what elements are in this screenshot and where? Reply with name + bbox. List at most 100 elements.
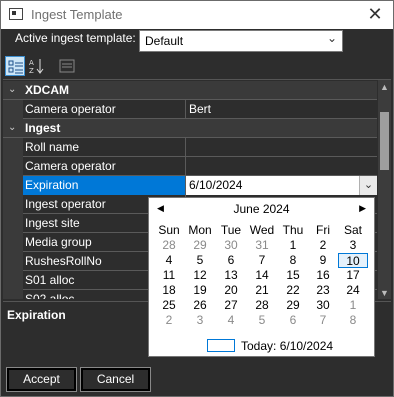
calendar-day[interactable]: 1 bbox=[278, 238, 308, 253]
active-template-label: Active ingest template: bbox=[15, 31, 136, 45]
categorized-view-button[interactable] bbox=[5, 56, 25, 76]
calendar-day[interactable]: 14 bbox=[247, 268, 277, 283]
calendar-day[interactable]: 6 bbox=[278, 313, 308, 328]
property-name[interactable]: Camera operator bbox=[25, 159, 183, 176]
category-row[interactable]: ⌄ Ingest bbox=[3, 119, 377, 138]
window-title: Ingest Template bbox=[31, 7, 123, 22]
property-row[interactable]: Expiration 6/10/2024 ⌄ bbox=[3, 176, 377, 195]
collapse-icon[interactable]: ⌄ bbox=[8, 84, 16, 95]
row-margin bbox=[3, 252, 23, 271]
row-margin bbox=[3, 271, 23, 290]
calendar-day[interactable]: 16 bbox=[308, 268, 338, 283]
dropdown-arrow-icon[interactable]: ⌄ bbox=[359, 176, 377, 195]
row-margin bbox=[3, 157, 23, 176]
calendar-day[interactable]: 30 bbox=[216, 238, 246, 253]
calendar-day[interactable]: 2 bbox=[308, 238, 338, 253]
calendar-day[interactable]: 7 bbox=[247, 253, 277, 268]
property-pages-button[interactable] bbox=[57, 56, 77, 76]
scroll-thumb[interactable] bbox=[380, 112, 389, 170]
calendar-day[interactable]: 29 bbox=[185, 238, 215, 253]
calendar-day[interactable]: 2 bbox=[154, 313, 184, 328]
calendar-day[interactable]: 20 bbox=[216, 283, 246, 298]
calendar-day[interactable]: 4 bbox=[216, 313, 246, 328]
chevron-down-icon: ⌄ bbox=[326, 31, 337, 45]
grid-scrollbar[interactable]: ▲ ▼ bbox=[378, 80, 391, 299]
calendar-day[interactable]: 25 bbox=[154, 298, 184, 313]
today-link[interactable]: Today: 6/10/2024 bbox=[241, 339, 333, 353]
date-picker-calendar: ◀ June 2024 ▶ Sun Mon Tue Wed Thu Fri Sat 28 29 3… bbox=[148, 197, 375, 357]
accept-button[interactable]: Accept bbox=[6, 367, 77, 392]
app-icon bbox=[9, 8, 23, 20]
calendar-month-label[interactable]: June 2024 bbox=[149, 202, 374, 216]
weekday-header: Sat bbox=[343, 223, 362, 237]
row-margin bbox=[3, 176, 23, 195]
cancel-button[interactable]: Cancel bbox=[80, 367, 151, 392]
scroll-up-icon[interactable]: ▲ bbox=[378, 80, 391, 94]
calendar-day[interactable]: 30 bbox=[308, 298, 338, 313]
row-margin bbox=[3, 100, 23, 119]
today-marker bbox=[207, 339, 235, 352]
calendar-day[interactable]: 4 bbox=[154, 253, 184, 268]
calendar-day[interactable]: 22 bbox=[278, 283, 308, 298]
calendar-day[interactable]: 11 bbox=[154, 268, 184, 283]
property-value[interactable]: 6/10/2024 bbox=[185, 176, 377, 195]
property-name[interactable]: Roll name bbox=[25, 140, 183, 157]
calendar-day[interactable]: 3 bbox=[338, 238, 368, 253]
category-row[interactable]: ⌄ XDCAM bbox=[3, 81, 377, 100]
close-icon[interactable]: ✕ bbox=[365, 4, 385, 24]
property-row[interactable]: Camera operator bbox=[3, 157, 377, 176]
calendar-day[interactable]: 18 bbox=[154, 283, 184, 298]
calendar-day[interactable]: 31 bbox=[247, 238, 277, 253]
calendar-day[interactable]: 23 bbox=[308, 283, 338, 298]
weekday-header: Wed bbox=[249, 223, 275, 237]
weekday-header: Mon bbox=[188, 223, 212, 237]
calendar-day[interactable]: 8 bbox=[278, 253, 308, 268]
calendar-day[interactable]: 28 bbox=[247, 298, 277, 313]
property-row[interactable]: Roll name bbox=[3, 138, 377, 157]
property-value[interactable] bbox=[185, 138, 377, 157]
calendar-day[interactable]: 5 bbox=[185, 253, 215, 268]
calendar-day[interactable]: 1 bbox=[338, 298, 368, 313]
next-month-icon[interactable]: ▶ bbox=[359, 203, 366, 214]
calendar-day[interactable]: 3 bbox=[185, 313, 215, 328]
calendar-day[interactable]: 13 bbox=[216, 268, 246, 283]
calendar-day[interactable]: 27 bbox=[216, 298, 246, 313]
calendar-day[interactable]: 9 bbox=[308, 253, 338, 268]
calendar-day[interactable]: 5 bbox=[247, 313, 277, 328]
row-margin bbox=[3, 233, 23, 252]
property-name[interactable]: Camera operator bbox=[25, 102, 183, 119]
property-value[interactable]: Bert bbox=[185, 100, 377, 119]
calendar-day[interactable]: 7 bbox=[308, 313, 338, 328]
svg-text:A: A bbox=[29, 59, 34, 67]
calendar-day[interactable]: 10 bbox=[338, 253, 368, 268]
weekday-header: Sun bbox=[158, 223, 180, 237]
sort-alphabetical-icon: A Z bbox=[29, 59, 44, 74]
row-margin bbox=[3, 214, 23, 233]
scroll-down-icon[interactable]: ▼ bbox=[378, 286, 391, 299]
alphabetical-view-button[interactable]: A Z bbox=[27, 56, 47, 76]
calendar-day[interactable]: 15 bbox=[278, 268, 308, 283]
calendar-day[interactable]: 24 bbox=[338, 283, 368, 298]
property-name[interactable]: Expiration bbox=[23, 176, 185, 195]
title-bar: Ingest Template ✕ bbox=[1, 1, 393, 29]
calendar-day[interactable]: 29 bbox=[278, 298, 308, 313]
calendar-day[interactable]: 12 bbox=[185, 268, 215, 283]
property-value[interactable] bbox=[185, 157, 377, 176]
category-name: Ingest bbox=[25, 121, 61, 135]
calendar-header: ◀ June 2024 ▶ bbox=[149, 198, 374, 220]
weekday-header: Tue bbox=[220, 223, 242, 237]
categorized-icon bbox=[8, 60, 23, 74]
weekday-header: Fri bbox=[316, 223, 330, 237]
row-margin bbox=[3, 195, 23, 214]
calendar-day[interactable]: 19 bbox=[185, 283, 215, 298]
calendar-day[interactable]: 21 bbox=[247, 283, 277, 298]
calendar-day[interactable]: 26 bbox=[185, 298, 215, 313]
property-row[interactable]: Camera operator Bert bbox=[3, 100, 377, 119]
calendar-day[interactable]: 17 bbox=[338, 268, 368, 283]
calendar-day[interactable]: 6 bbox=[216, 253, 246, 268]
description-title: Expiration bbox=[7, 308, 66, 322]
collapse-icon[interactable]: ⌄ bbox=[8, 122, 16, 133]
calendar-day[interactable]: 8 bbox=[338, 313, 368, 328]
active-template-dropdown[interactable]: Default ⌄ bbox=[139, 30, 343, 52]
calendar-day[interactable]: 28 bbox=[154, 238, 184, 253]
